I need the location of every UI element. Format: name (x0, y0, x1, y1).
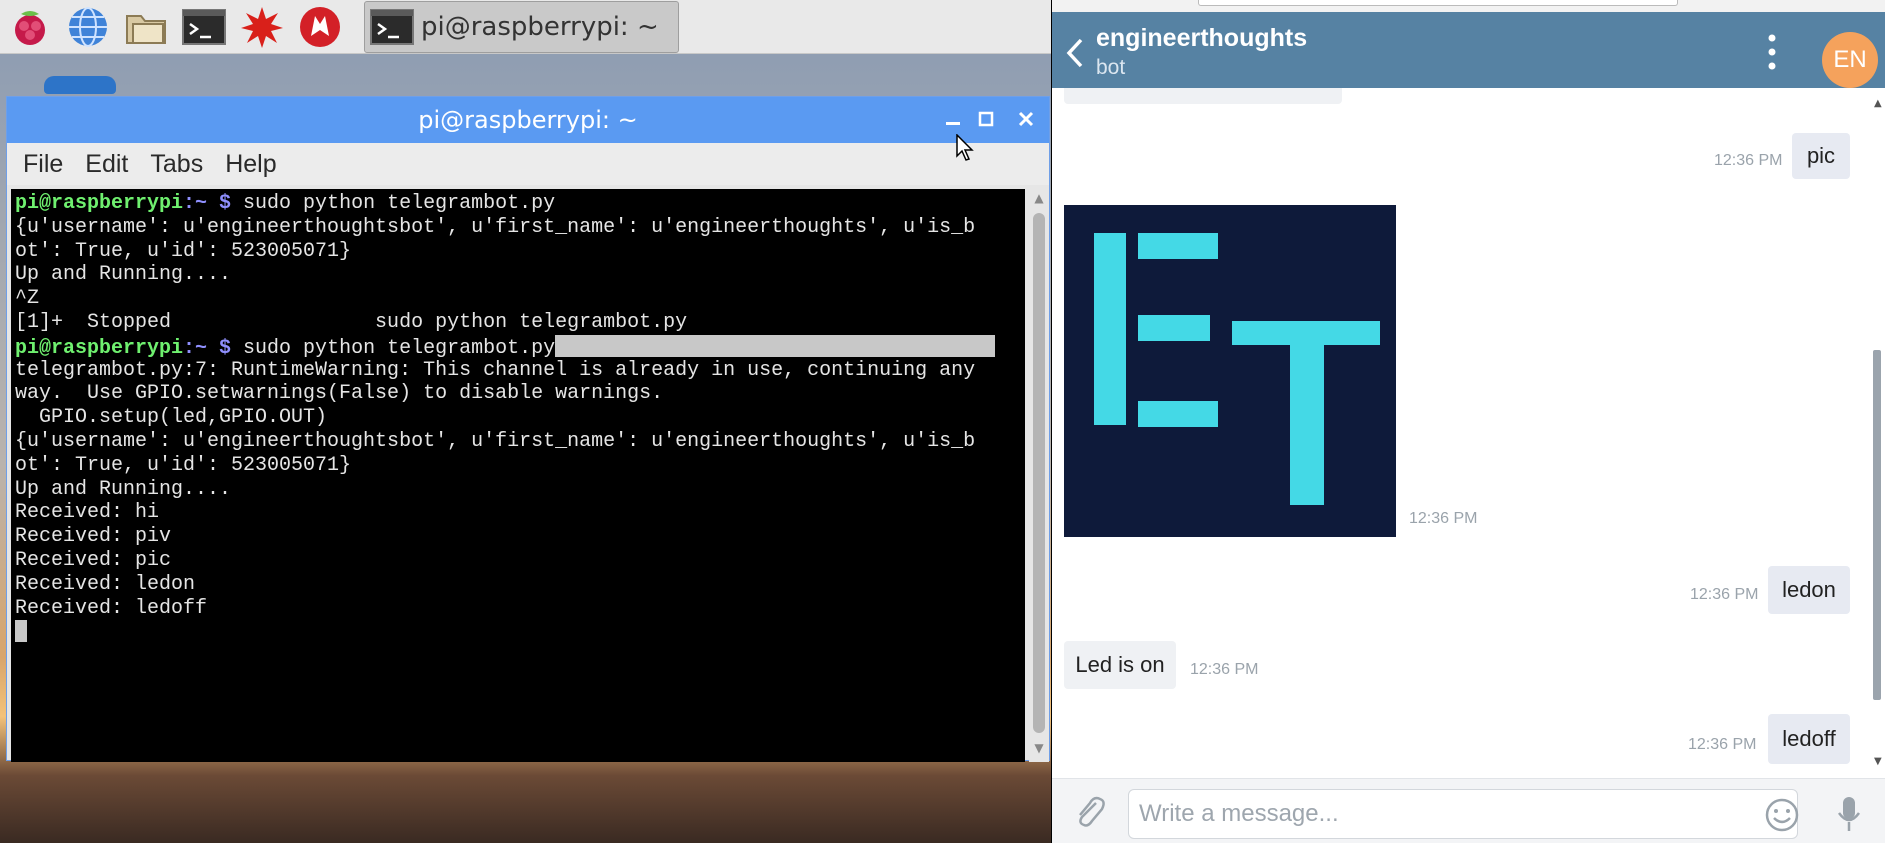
terminal-line (15, 620, 1025, 644)
bot-image-message[interactable] (1064, 205, 1396, 537)
message-text: Led is on (1075, 652, 1165, 677)
message-bubble-outgoing[interactable]: pic (1792, 133, 1850, 179)
menu-tabs[interactable]: Tabs (150, 150, 203, 179)
back-arrow-icon[interactable] (1062, 36, 1088, 70)
scroll-up-icon[interactable]: ▲ (1874, 98, 1882, 109)
terminal-output[interactable]: pi@raspberrypi:~ $ sudo python telegramb… (11, 189, 1025, 762)
terminal-line: Received: ledoff (15, 596, 208, 620)
taskbar-task-label: pi@raspberrypi: ~ (421, 11, 659, 42)
close-icon[interactable] (1012, 105, 1040, 133)
message-bubble-outgoing[interactable]: ledoff (1768, 714, 1850, 764)
web-browser-icon[interactable] (62, 1, 114, 53)
chat-scrollbar[interactable]: ▲ ▼ (1862, 88, 1884, 778)
command-text: sudo python telegrambot.py (231, 336, 556, 360)
raspberry-menu-icon[interactable] (4, 1, 56, 53)
message-text: ledon (1782, 577, 1836, 602)
terminal-titlebar[interactable]: pi@raspberrypi: ~ (7, 97, 1049, 143)
prompt-path: :~ $ (183, 192, 232, 215)
terminal-icon[interactable] (178, 1, 230, 53)
message-time: 12:36 PM (1690, 586, 1759, 603)
message-time: 12:36 PM (1714, 152, 1783, 169)
message-time: 12:36 PM (1190, 661, 1259, 678)
prompt-path: :~ $ (183, 336, 232, 360)
taskbar-terminal-task[interactable]: pi@raspberrypi: ~ (364, 0, 679, 53)
text-selection (555, 334, 996, 357)
terminal-line: ot': True, u'id': 523005071} (15, 453, 352, 477)
window-title: pi@raspberrypi: ~ (418, 106, 638, 134)
terminal-icon (369, 4, 415, 50)
prompt-user: pi@raspberrypi (15, 192, 184, 215)
message-text: pic (1806, 143, 1836, 168)
previous-message-bubble (1064, 88, 1342, 104)
terminal-line: {u'username': u'engineerthoughtsbot', u'… (15, 429, 976, 453)
maximize-icon[interactable] (972, 105, 1000, 133)
chat-subtitle: bot (1096, 56, 1126, 79)
terminal-line: Received: ledon (15, 572, 196, 596)
terminal-menubar: File Edit Tabs Help (7, 143, 1049, 185)
scroll-up-icon[interactable]: ▲ (1031, 191, 1047, 207)
mathematica-icon[interactable] (236, 1, 288, 53)
terminal-line: Up and Running.... (15, 263, 232, 287)
scroll-down-icon[interactable]: ▼ (1031, 741, 1047, 757)
terminal-line: Received: pic (15, 548, 172, 572)
terminal-line: Received: hi (15, 501, 160, 525)
message-list[interactable]: 12:36 PM pic 12:36 PM 12:36 PM ledon Led… (1052, 88, 1885, 778)
emoji-icon[interactable] (1764, 797, 1800, 833)
message-input[interactable] (1128, 789, 1798, 839)
telegram-chat: engineerthoughts bot EN 12:36 PM pic 12:… (1052, 0, 1885, 843)
mouse-pointer-icon (956, 134, 974, 161)
scrollbar-thumb[interactable] (1873, 350, 1881, 700)
minimize-icon[interactable] (939, 105, 967, 133)
terminal-line: Up and Running.... (15, 477, 232, 501)
prompt-user: pi@raspberrypi (15, 336, 184, 360)
menu-help[interactable]: Help (225, 150, 276, 179)
scrollbar-thumb[interactable] (1033, 213, 1045, 733)
terminal-line: [1]+ Stopped sudo python telegrambot.py (15, 310, 688, 334)
wolfram-icon[interactable] (294, 1, 346, 53)
more-options-icon[interactable] (1762, 32, 1782, 72)
message-composer (1052, 778, 1885, 843)
et-logo-image (1094, 233, 1380, 505)
message-time: 12:36 PM (1688, 736, 1757, 753)
avatar[interactable]: EN (1822, 32, 1878, 88)
terminal-line: pi@raspberrypi:~ $ sudo python telegramb… (15, 334, 1025, 360)
terminal-line: {u'username': u'engineerthoughtsbot', u'… (15, 215, 976, 239)
message-bubble-outgoing[interactable]: ledon (1768, 566, 1850, 614)
message-bubble-incoming[interactable]: Led is on (1064, 641, 1176, 689)
desktop: pi@raspberrypi: ~ pi@raspberrypi: ~ File… (0, 0, 1051, 843)
taskbar: pi@raspberrypi: ~ (0, 0, 1051, 54)
terminal-line: Received: piv (15, 525, 172, 549)
trash-icon[interactable] (44, 76, 116, 94)
terminal-line: ^Z (15, 287, 40, 311)
terminal-line: telegrambot.py:7: RuntimeWarning: This c… (15, 358, 976, 382)
text-cursor (15, 620, 27, 643)
file-manager-icon[interactable] (120, 1, 172, 53)
command-text: sudo python telegrambot.py (231, 192, 556, 215)
scroll-down-icon[interactable]: ▼ (1874, 756, 1882, 767)
terminal-line: GPIO.setup(led,GPIO.OUT) (15, 406, 328, 430)
terminal-line: pi@raspberrypi:~ $ sudo python telegramb… (15, 192, 1025, 216)
chat-title[interactable]: engineerthoughts (1096, 24, 1307, 53)
menu-edit[interactable]: Edit (85, 150, 128, 179)
menu-file[interactable]: File (23, 150, 63, 179)
terminal-window: pi@raspberrypi: ~ File Edit Tabs Help pi… (6, 96, 1050, 762)
terminal-line: ot': True, u'id': 523005071} (15, 239, 352, 263)
avatar-initials: EN (1833, 46, 1867, 73)
browser-strip (1052, 0, 1885, 12)
chat-header: engineerthoughts bot EN (1052, 12, 1885, 88)
terminal-line: way. Use GPIO.setwarnings(False) to disa… (15, 382, 664, 406)
search-box-edge[interactable] (1198, 0, 1678, 6)
message-text: ledoff (1782, 726, 1836, 751)
message-time: 12:36 PM (1409, 510, 1478, 527)
microphone-icon[interactable] (1837, 795, 1861, 833)
terminal-scrollbar[interactable]: ▲ ▼ (1029, 189, 1049, 762)
paperclip-icon[interactable] (1072, 793, 1106, 831)
